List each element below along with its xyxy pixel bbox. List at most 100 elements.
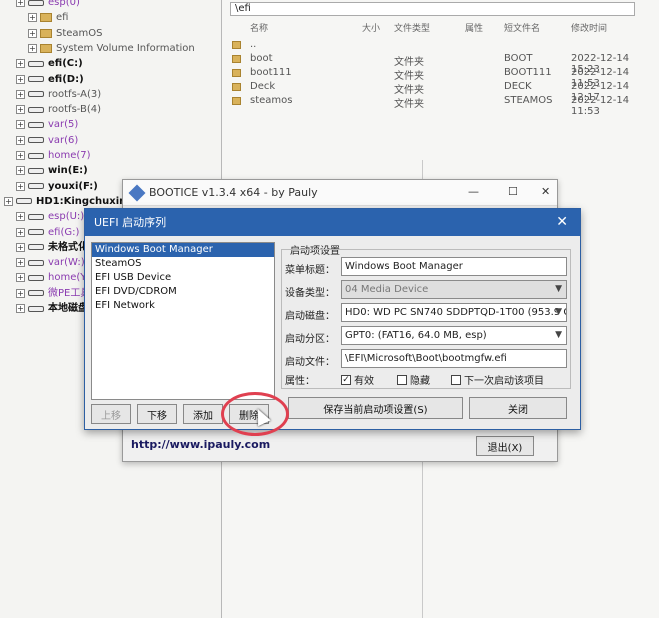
menu-title-input[interactable]: Windows Boot Manager [341,257,567,276]
file-row[interactable]: Deck 文件夹 DECK 2022-12-14 12:17 [232,81,659,103]
move-up-button[interactable]: 上移 [91,404,131,424]
tree-item-label: var(6) [48,134,79,146]
tree-item-label: SteamOS [56,27,103,39]
expand-icon[interactable]: + [16,273,25,283]
expand-icon[interactable]: + [16,227,25,237]
expand-icon[interactable]: + [16,166,25,176]
expand-icon[interactable]: + [16,212,25,222]
drive-icon [28,0,44,6]
tree-item[interactable]: + System Volume Information [28,42,195,55]
file-row[interactable]: .. [232,39,659,52]
move-down-button[interactable]: 下移 [137,404,177,424]
boot-entry[interactable]: Windows Boot Manager [92,243,274,257]
expand-icon[interactable]: + [28,13,37,23]
tree-item[interactable]: + 未格式化( [16,241,93,254]
next-boot-checkbox[interactable]: 下一次启动该项目 [451,372,544,387]
drive-icon [28,229,44,235]
tree-item[interactable]: + efi [28,11,68,24]
expand-icon[interactable]: + [16,242,25,252]
tree-item[interactable]: + efi(C:) [16,57,83,70]
expand-icon[interactable]: + [16,258,25,268]
expand-icon[interactable]: + [28,28,37,38]
tree-item[interactable]: + win(E:) [16,164,88,177]
tree-item[interactable]: + efi(G:) [16,226,79,239]
bootice-title: BOOTICE v1.3.4 x64 - by Pauly [149,186,318,199]
expand-icon[interactable]: + [16,59,25,69]
bootice-close-icon[interactable]: ✕ [541,185,550,198]
col-name[interactable]: 名称 [250,21,268,34]
minimize-icon[interactable]: — [468,185,479,198]
boot-entry-list[interactable]: Windows Boot Manager SteamOS EFI USB Devic… [91,242,275,400]
boot-entry[interactable]: EFI Network [92,299,274,313]
close-button[interactable]: 关闭 [469,397,567,419]
file-type: 文件夹 [394,99,424,110]
uefi-close-icon[interactable]: ✕ [556,209,568,236]
boot-partition-value: GPT0: (FAT16, 64.0 MB, esp) [345,330,487,341]
save-settings-button[interactable]: 保存当前启动项设置(S) [288,397,463,419]
expand-icon[interactable]: + [16,89,25,99]
col-type[interactable]: 文件类型 [394,21,430,34]
boot-file-label: 启动文件： [285,357,335,368]
tree-item[interactable]: + rootfs-A(3) [16,88,101,101]
chevron-down-icon[interactable]: ▼ [555,304,562,321]
tree-item[interactable]: + rootfs-B(4) [16,103,101,116]
boot-entry[interactable]: EFI USB Device [92,271,274,285]
tree-item[interactable]: + esp(0) [16,0,80,9]
tree-item[interactable]: + efi(D:) [16,73,84,86]
expand-icon[interactable]: + [16,181,25,191]
tree-item[interactable]: + esp(U:) [16,210,84,223]
tree-item-label: efi(C:) [48,58,83,70]
expand-icon[interactable]: + [16,105,25,115]
expand-icon[interactable]: + [16,74,25,84]
file-name: boot111 [250,67,292,78]
tree-item[interactable]: + var(6) [16,134,78,147]
expand-icon[interactable]: + [16,151,25,160]
expand-icon[interactable]: + [16,135,25,145]
check-icon[interactable]: ✓ [341,374,351,385]
valid-checkbox-label: 有效 [354,376,374,387]
chevron-down-icon[interactable]: ▼ [555,327,562,344]
tree-item[interactable]: + var(W:) [16,256,85,269]
tree-item[interactable]: + var(5) [16,118,78,131]
col-short[interactable]: 短文件名 [504,21,540,34]
col-size[interactable]: 大小 [362,21,380,34]
pauly-link[interactable]: http://www.ipauly.com [131,438,270,451]
tree-item-label: efi [56,12,69,24]
checkbox-box[interactable] [451,374,461,385]
drive-icon [28,91,44,98]
file-row[interactable]: boot 文件夹 BOOT 2022-12-14 15:23 [232,53,659,75]
boot-partition-select[interactable]: GPT0: (FAT16, 64.0 MB, esp) ▼ [341,326,567,345]
boot-file-input[interactable]: \EFI\Microsoft\Boot\bootmgfw.efi [341,349,567,368]
drive-icon [28,152,44,159]
expand-icon[interactable]: + [16,0,25,7]
exit-button[interactable]: 退出(X) [476,436,534,456]
device-type-value: 04 Media Device [345,284,429,295]
checkbox-box[interactable] [397,374,407,385]
expand-icon[interactable]: + [4,196,13,206]
file-row[interactable]: steamos 文件夹 STEAMOS 2022-12-14 11:53 [232,95,659,117]
col-mtime[interactable]: 修改时间 [571,21,607,34]
expand-icon[interactable]: + [16,120,25,130]
file-short: STEAMOS [504,95,553,106]
tree-item-label: esp(U:) [48,211,85,223]
tree-item[interactable]: + home(7) [16,149,91,162]
address-bar[interactable]: \efi [230,2,635,16]
tree-item[interactable]: + SteamOS [28,27,103,40]
col-attr[interactable]: 属性 [465,21,483,34]
maximize-icon[interactable]: ☐ [508,185,518,198]
boot-entry[interactable]: EFI DVD/CDROM [92,285,274,299]
drive-icon [28,244,44,251]
tree-item[interactable]: + 本地磁盘( [16,302,93,315]
tree-item[interactable]: + home(Y: [16,271,88,284]
add-button[interactable]: 添加 [183,404,223,424]
tree-item[interactable]: + youxi(F:) [16,180,98,193]
boot-entry[interactable]: SteamOS [92,257,274,271]
hidden-checkbox[interactable]: 隐藏 [397,372,430,387]
expand-icon[interactable]: + [16,304,25,313]
file-row[interactable]: boot111 文件夹 BOOT111 2022-12-14 11:53 [232,67,659,89]
tree-item[interactable]: + 微PE工具 [16,287,90,300]
expand-icon[interactable]: + [28,43,37,53]
valid-checkbox[interactable]: ✓ 有效 [341,372,374,387]
expand-icon[interactable]: + [16,288,25,298]
boot-disk-select[interactable]: HD0: WD PC SN740 SDDPTQD-1T00 (953.9 GB … [341,303,567,322]
